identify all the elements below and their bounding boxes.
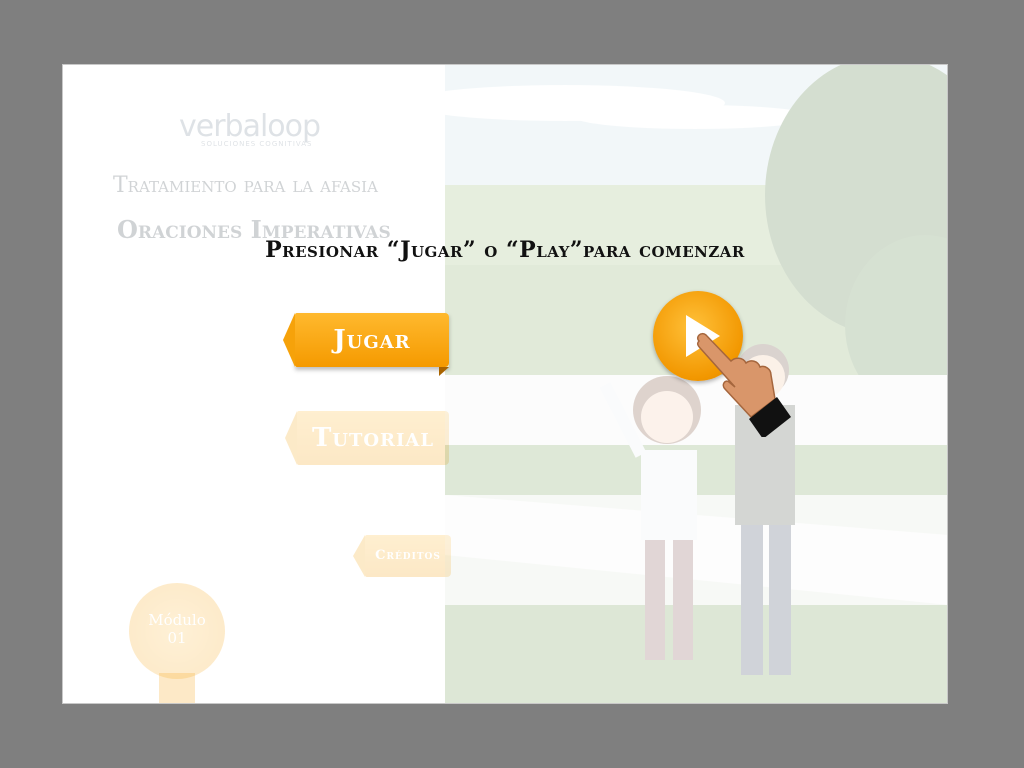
verbaloop-logo: verbaloop SOLUCIONES COGNITIVAS (179, 109, 339, 159)
modulo-number: 01 (167, 629, 187, 647)
menu-title: Tratamiento para la afasia (113, 173, 378, 198)
pointing-hand-icon (696, 332, 791, 437)
modulo-badge: Módulo 01 (129, 583, 225, 679)
tutorial-label: Tutorial (311, 423, 435, 453)
menu-panel: verbaloop SOLUCIONES COGNITIVAS Tratamie… (63, 65, 451, 703)
tutorial-button: Tutorial (285, 411, 449, 465)
creditos-label: Créditos (375, 548, 441, 563)
creditos-button: Créditos (353, 535, 451, 577)
logo-text: verbaloop (179, 109, 321, 144)
jugar-label: Jugar (333, 325, 411, 355)
jugar-button[interactable]: Jugar (283, 313, 449, 376)
game-window: verbaloop SOLUCIONES COGNITIVAS Tratamie… (62, 64, 948, 704)
modulo-label: Módulo (148, 611, 206, 629)
instruction-text: Presionar “Jugar” o “Play”para comenzar (265, 237, 745, 263)
